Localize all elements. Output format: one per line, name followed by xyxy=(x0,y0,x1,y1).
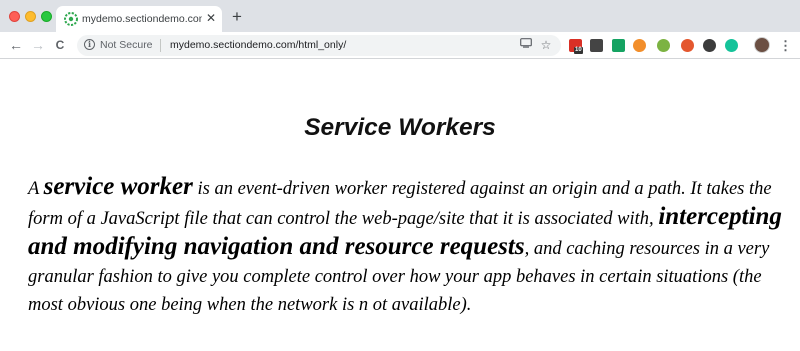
profile-avatar[interactable] xyxy=(754,37,770,53)
address-bar[interactable]: i Not Secure mydemo.sectiondemo.com/html… xyxy=(77,35,561,56)
tab-strip: mydemo.sectiondemo.com/html_only/ ✕ + xyxy=(0,0,800,32)
reload-button[interactable]: C xyxy=(52,37,68,53)
minimize-window-button[interactable] xyxy=(25,11,36,22)
tab-close-icon[interactable]: ✕ xyxy=(204,10,218,26)
android-extension-icon[interactable] xyxy=(657,39,670,52)
menu-kebab-icon[interactable]: ⋮ xyxy=(779,38,792,54)
paragraph-text: A xyxy=(28,179,44,199)
page-title: Service Workers xyxy=(304,114,496,141)
grammarly-circle-extension-icon[interactable] xyxy=(725,39,738,52)
forward-button[interactable]: → xyxy=(30,37,46,53)
browser-toolbar: ← → C i Not Secure mydemo.sectiondemo.co… xyxy=(0,32,800,59)
record-extension-icon[interactable] xyxy=(703,39,716,52)
tab-active[interactable]: mydemo.sectiondemo.com/html_only/ ✕ xyxy=(56,6,222,32)
honey-extension-icon[interactable] xyxy=(633,39,646,52)
new-tab-button[interactable]: + xyxy=(229,8,245,25)
service-worker-description: A service worker is an event-driven work… xyxy=(28,173,788,319)
security-label[interactable]: Not Secure xyxy=(100,38,153,53)
cast-icon[interactable] xyxy=(519,38,533,52)
zoom-window-button[interactable] xyxy=(41,11,52,22)
bookmark-star-icon[interactable]: ☆ xyxy=(539,38,553,52)
url-text[interactable]: mydemo.sectiondemo.com/html_only/ xyxy=(170,38,346,53)
todo-extension-icon[interactable]: 10 xyxy=(569,39,583,54)
section-logo-icon xyxy=(64,12,78,26)
qr-extension-icon[interactable] xyxy=(590,39,603,52)
emphasis-service-worker: service worker xyxy=(43,173,193,200)
tab-title: mydemo.sectiondemo.com/html_only/ xyxy=(82,13,202,25)
extension-badge: 10 xyxy=(574,47,583,54)
grammarly-extension-icon[interactable] xyxy=(612,39,625,52)
back-button[interactable]: ← xyxy=(8,37,24,53)
fox-extension-icon[interactable] xyxy=(681,39,694,52)
info-icon[interactable]: i xyxy=(84,39,95,50)
omnibox-divider xyxy=(160,39,161,52)
close-window-button[interactable] xyxy=(9,11,20,22)
